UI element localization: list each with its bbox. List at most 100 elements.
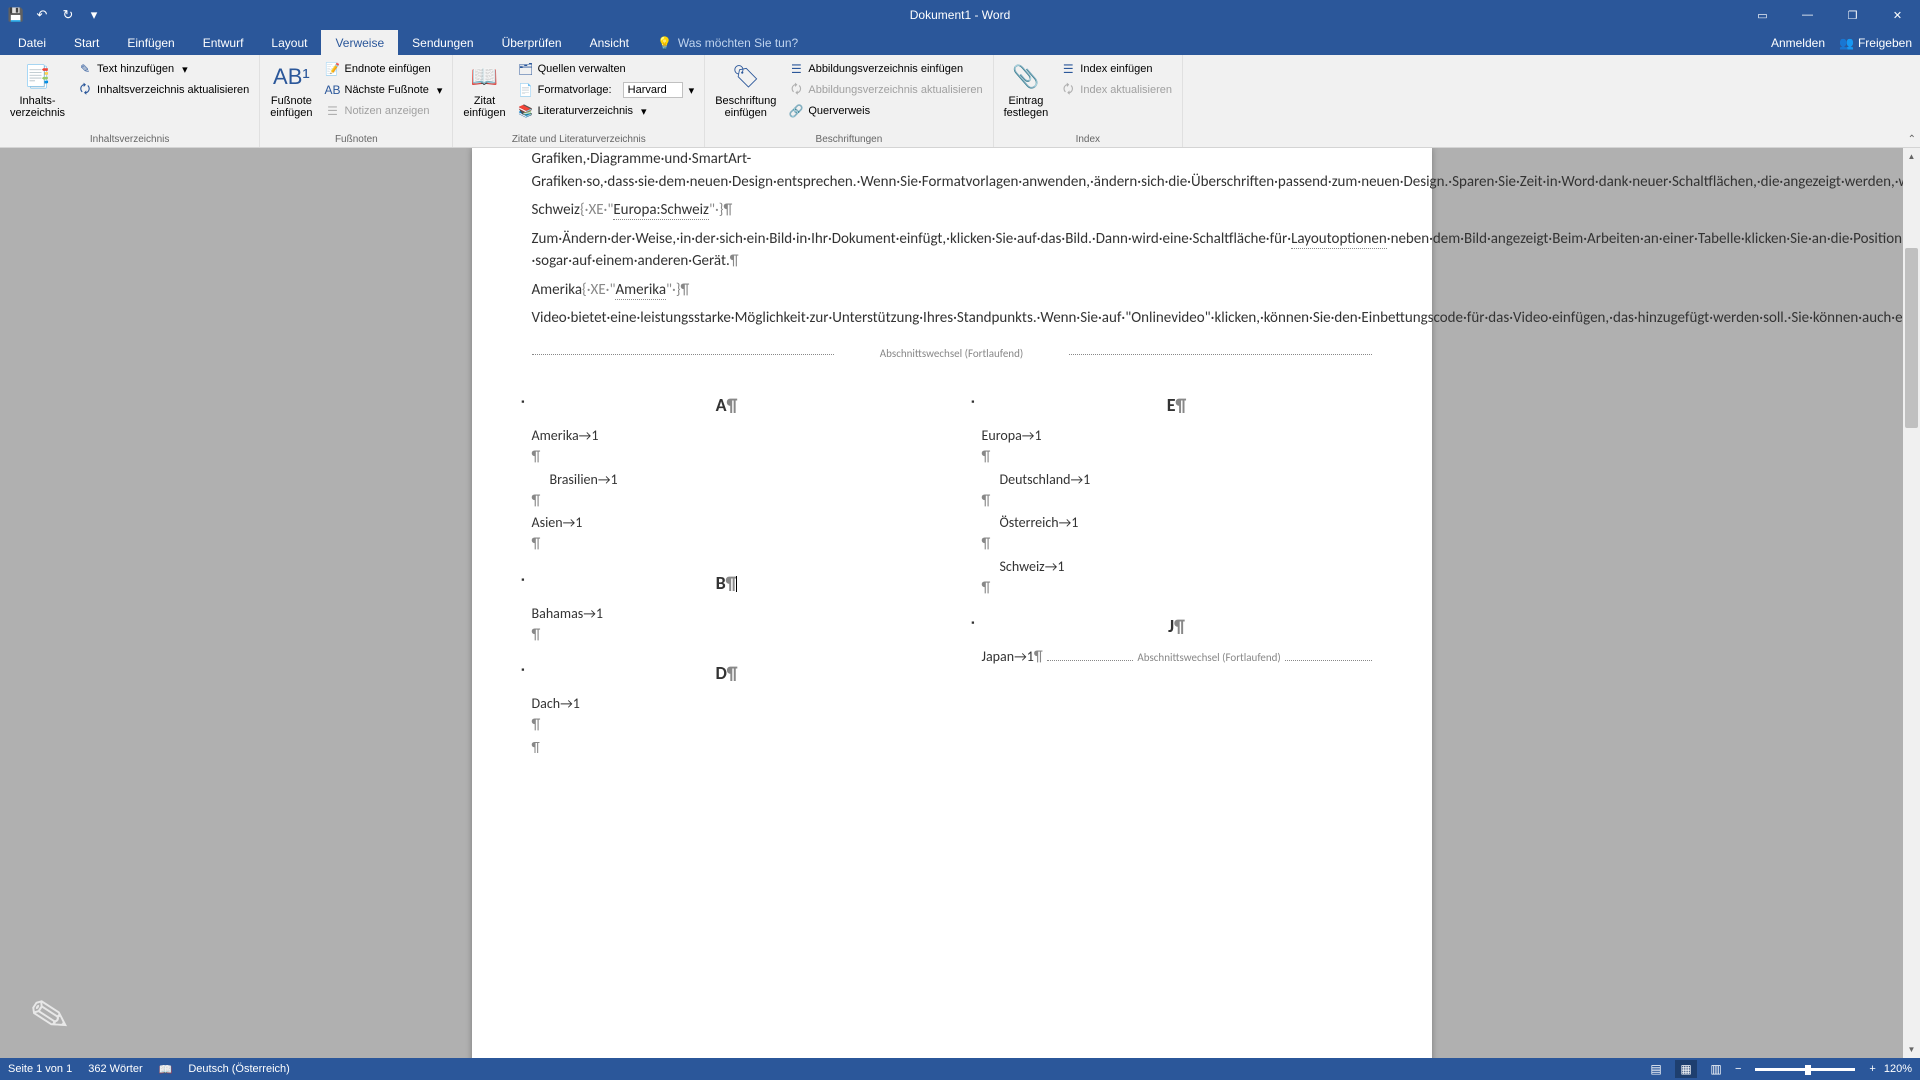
status-page[interactable]: Seite 1 von 1: [8, 1063, 72, 1075]
undo-icon[interactable]: ↶: [30, 3, 54, 27]
tab-entwurf[interactable]: Entwurf: [189, 30, 258, 55]
notes-icon: ☰: [325, 103, 341, 119]
share-button[interactable]: 👥Freigeben: [1839, 36, 1912, 50]
page[interactable]: Grafiken,·Diagramme·und·SmartArt-Grafike…: [472, 148, 1432, 1058]
ribbon-right: Anmelden 👥Freigeben: [1771, 30, 1912, 55]
fig-index-icon: ☰: [788, 61, 804, 77]
status-proofing-icon[interactable]: 📖: [159, 1063, 173, 1076]
group-captions: 🏷 Beschriftung einfügen ☰Abbildungsverze…: [705, 55, 993, 147]
index-col-left[interactable]: ▪A¶ Amerika→1¶ Brasilien→1¶ Asien→1¶ ▪B¶…: [532, 378, 922, 758]
insert-index-button[interactable]: ☰Index einfügen: [1056, 59, 1176, 79]
manage-icon: 🗂: [518, 61, 534, 77]
paragraph-index-amerika[interactable]: Amerika{·XE·"Amerika"·}¶: [532, 279, 1372, 302]
paragraph[interactable]: Zum·Ändern·der·Weise,·in·der·sich·ein·Bi…: [532, 228, 1372, 273]
tell-me-search[interactable]: 💡Was möchten Sie tun?: [643, 30, 812, 55]
caption-icon: 🏷: [730, 61, 762, 93]
section-break-inline: Abschnittswechsel (Fortlaufend): [1137, 650, 1280, 667]
index-entry: Dach→1: [532, 693, 922, 714]
tab-sendungen[interactable]: Sendungen: [398, 30, 487, 55]
index-letter-a: ▪A¶: [532, 392, 922, 419]
ribbon-options-icon[interactable]: ▭: [1740, 0, 1785, 30]
update-fig-icon: 🗘: [788, 82, 804, 98]
bulb-icon: 💡: [657, 36, 672, 50]
document-area: Grafiken,·Diagramme·und·SmartArt-Grafike…: [0, 148, 1920, 1058]
add-text-icon: ✎: [77, 61, 93, 77]
zoom-out-icon[interactable]: −: [1735, 1063, 1741, 1075]
redo-icon[interactable]: ↻: [56, 3, 80, 27]
scroll-down-icon[interactable]: ▼: [1903, 1041, 1920, 1058]
zoom-in-icon[interactable]: +: [1869, 1063, 1875, 1075]
status-words[interactable]: 362 Wörter: [88, 1063, 142, 1075]
index-letter-b: ▪B¶: [532, 570, 922, 597]
footnote-icon: AB¹: [275, 61, 307, 93]
paragraph[interactable]: Video·bietet·eine·leistungsstarke·Möglic…: [532, 307, 1372, 330]
index-entry: ¶: [532, 737, 922, 758]
update-icon: 🗘: [77, 82, 93, 98]
close-icon[interactable]: ✕: [1875, 0, 1920, 30]
citation-icon: 📖: [469, 61, 501, 93]
crossref-button[interactable]: 🔗Querverweis: [784, 101, 986, 121]
window-title: Dokument1 - Word: [910, 8, 1010, 22]
group-citations: 📖 Zitat einfügen 🗂Quellen verwalten 📄For…: [453, 55, 705, 147]
signin-button[interactable]: Anmelden: [1771, 36, 1825, 50]
index-entry: Japan→1: [982, 646, 1034, 667]
save-icon[interactable]: 💾: [4, 3, 28, 27]
update-toc-button[interactable]: 🗘Inhaltsverzeichnis aktualisieren: [73, 80, 253, 100]
tab-verweise[interactable]: Verweise: [321, 30, 398, 55]
index-letter-j: ▪J¶: [982, 613, 1372, 640]
status-language[interactable]: Deutsch (Österreich): [188, 1063, 289, 1075]
bibliography-button[interactable]: 📚Literaturverzeichnis▾: [514, 101, 699, 121]
minimize-icon[interactable]: —: [1785, 0, 1830, 30]
paragraph[interactable]: Grafiken,·Diagramme·und·SmartArt-Grafike…: [532, 148, 1372, 193]
index-icon: ☰: [1060, 61, 1076, 77]
titlebar: 💾 ↶ ↻ ▾ Dokument1 - Word ▭ — ❐ ✕: [0, 0, 1920, 30]
collapse-ribbon-icon[interactable]: ⌃: [1908, 134, 1916, 145]
zoom-thumb[interactable]: [1805, 1065, 1811, 1075]
tab-ansicht[interactable]: Ansicht: [576, 30, 643, 55]
update-figure-index-button[interactable]: 🗘Abbildungsverzeichnis aktualisieren: [784, 80, 986, 100]
tab-layout[interactable]: Layout: [257, 30, 321, 55]
zoom-level[interactable]: 120%: [1884, 1063, 1912, 1075]
scroll-up-icon[interactable]: ▲: [1903, 148, 1920, 165]
zoom-slider[interactable]: [1755, 1068, 1855, 1071]
tab-ueberpruefen[interactable]: Überprüfen: [488, 30, 576, 55]
insert-figure-index-button[interactable]: ☰Abbildungsverzeichnis einfügen: [784, 59, 986, 79]
citation-style-select[interactable]: 📄Formatvorlage: Harvard▾: [514, 80, 699, 100]
show-notes-button[interactable]: ☰Notizen anzeigen: [321, 101, 447, 121]
view-read-icon[interactable]: ▤: [1645, 1060, 1667, 1078]
add-text-button[interactable]: ✎Text hinzufügen▾: [73, 59, 253, 79]
update-index-button[interactable]: 🗘Index aktualisieren: [1056, 80, 1176, 100]
update-index-icon: 🗘: [1060, 82, 1076, 98]
tab-datei[interactable]: Datei: [4, 30, 60, 55]
index-entry: Europa→1: [982, 425, 1372, 446]
mark-entry-icon: 📎: [1010, 61, 1042, 93]
index-entry: Asien→1: [532, 512, 922, 533]
maximize-icon[interactable]: ❐: [1830, 0, 1875, 30]
tab-start[interactable]: Start: [60, 30, 113, 55]
share-icon: 👥: [1839, 36, 1854, 50]
ribbon-tabs: Datei Start Einfügen Entwurf Layout Verw…: [0, 30, 1920, 55]
qat-customize-icon[interactable]: ▾: [82, 3, 106, 27]
style-icon: 📄: [518, 82, 534, 98]
view-print-icon[interactable]: ▦: [1675, 1060, 1697, 1078]
index-entry: Deutschland→1: [982, 469, 1372, 490]
group-toc: 📑 Inhalts- verzeichnis ✎Text hinzufügen▾…: [0, 55, 260, 147]
next-footnote-icon: AB: [325, 82, 341, 98]
paragraph-index-schweiz[interactable]: Schweiz{·XE·"Europa:Schweiz"·}¶: [532, 199, 1372, 222]
index-entry: Schweiz→1: [982, 556, 1372, 577]
biblio-icon: 📚: [518, 103, 534, 119]
index-col-right[interactable]: ▪E¶ Europa→1¶ Deutschland→1¶ Österreich→…: [982, 378, 1372, 758]
group-index: 📎 Eintrag festlegen ☰Index einfügen 🗘Ind…: [994, 55, 1183, 147]
document-scroll[interactable]: Grafiken,·Diagramme·und·SmartArt-Grafike…: [0, 148, 1903, 1058]
index-entry: Bahamas→1: [532, 603, 922, 624]
view-web-icon[interactable]: ▥: [1705, 1060, 1727, 1078]
insert-endnote-button[interactable]: 📝Endnote einfügen: [321, 59, 447, 79]
next-footnote-button[interactable]: ABNächste Fußnote▾: [321, 80, 447, 100]
vertical-scrollbar[interactable]: ▲ ▼: [1903, 148, 1920, 1058]
ribbon-content: 📑 Inhalts- verzeichnis ✎Text hinzufügen▾…: [0, 55, 1920, 148]
statusbar: Seite 1 von 1 362 Wörter 📖 Deutsch (Öste…: [0, 1058, 1920, 1080]
quick-access-toolbar: 💾 ↶ ↻ ▾: [0, 3, 106, 27]
scroll-thumb[interactable]: [1905, 248, 1918, 428]
tab-einfuegen[interactable]: Einfügen: [113, 30, 188, 55]
manage-sources-button[interactable]: 🗂Quellen verwalten: [514, 59, 699, 79]
